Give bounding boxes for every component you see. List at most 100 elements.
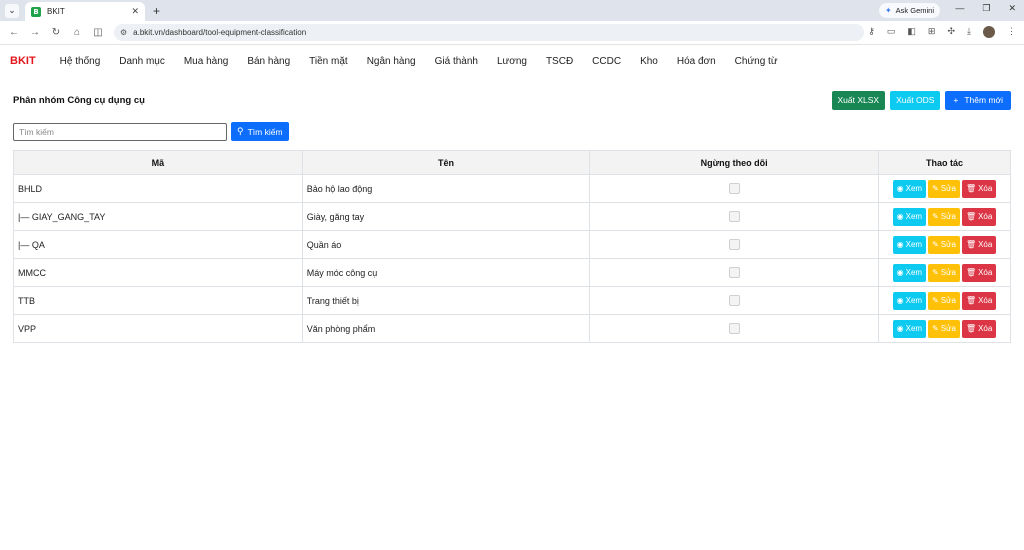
back-icon[interactable]: ← bbox=[4, 27, 24, 38]
cell-name: Trang thiết bị bbox=[301, 286, 591, 315]
nav-ban-hang[interactable]: Bán hàng bbox=[247, 56, 290, 67]
view-label: Xem bbox=[905, 296, 923, 305]
cell-inactive bbox=[589, 258, 879, 287]
col-header-code[interactable]: Mã bbox=[13, 150, 303, 175]
tab-search-chevron-icon[interactable]: ⌄ bbox=[5, 3, 19, 18]
browser-toolbar: ← → ↻ ⌂ ◫ ⚙ a.bkit.vn/dashboard/tool-equ… bbox=[0, 21, 1024, 45]
inactive-checkbox[interactable] bbox=[728, 323, 740, 335]
delete-button[interactable]: 🗑 Xóa bbox=[961, 319, 997, 338]
browser-tab[interactable]: B BKIT ✕ bbox=[25, 2, 145, 21]
search-button[interactable]: ⚲ Tìm kiếm bbox=[231, 122, 289, 141]
pencil-icon: ✎ bbox=[932, 296, 939, 305]
reading-mode-icon[interactable]: ◧ bbox=[907, 26, 916, 38]
cell-actions: ◉ Xem ✎ Sửa 🗑 Xóa bbox=[878, 314, 1011, 343]
brand-logo[interactable]: BKIT bbox=[10, 55, 36, 67]
view-button[interactable]: ◉ Xem bbox=[892, 291, 927, 310]
ask-gemini-button[interactable]: ✦ Ask Gemini bbox=[878, 3, 940, 18]
view-button[interactable]: ◉ Xem bbox=[892, 235, 927, 254]
col-header-inactive[interactable]: Ngừng theo dõi bbox=[589, 150, 879, 175]
title-row: Phân nhóm Công cụ dụng cụ Xuất XLSX Xuất… bbox=[13, 89, 1011, 111]
cell-name: Giày, găng tay bbox=[301, 202, 591, 231]
view-button[interactable]: ◉ Xem bbox=[892, 319, 927, 338]
inactive-checkbox[interactable] bbox=[728, 239, 740, 251]
split-view-icon[interactable]: ◫ bbox=[88, 27, 108, 38]
inactive-checkbox[interactable] bbox=[728, 183, 740, 195]
nav-kho[interactable]: Kho bbox=[640, 56, 658, 67]
nav-ccdc[interactable]: CCDC bbox=[592, 56, 621, 67]
nav-gia-thanh[interactable]: Giá thành bbox=[435, 56, 478, 67]
delete-button[interactable]: 🗑 Xóa bbox=[961, 179, 997, 198]
minimize-icon[interactable]: — bbox=[955, 3, 964, 14]
cell-inactive bbox=[589, 202, 879, 231]
delete-button[interactable]: 🗑 Xóa bbox=[961, 207, 997, 226]
nav-luong[interactable]: Lương bbox=[497, 56, 527, 67]
restore-icon[interactable]: ❐ bbox=[982, 3, 990, 14]
gemini-sparkle-icon: ✦ bbox=[884, 6, 892, 15]
edit-button[interactable]: ✎ Sửa bbox=[928, 207, 960, 226]
delete-button[interactable]: 🗑 Xóa bbox=[961, 263, 997, 282]
page-actions: Xuất XLSX Xuất ODS + Thêm mới bbox=[831, 90, 1011, 110]
cell-name: Văn phòng phẩm bbox=[301, 314, 591, 343]
puzzle-icon[interactable]: ✣ bbox=[947, 26, 955, 38]
extension-icon[interactable]: ⊞ bbox=[928, 26, 936, 38]
delete-button[interactable]: 🗑 Xóa bbox=[961, 235, 997, 254]
delete-button[interactable]: 🗑 Xóa bbox=[961, 291, 997, 310]
nav-tien-mat[interactable]: Tiền mặt bbox=[309, 56, 348, 67]
forward-icon[interactable]: → bbox=[25, 27, 45, 38]
trash-icon: 🗑 bbox=[965, 212, 977, 221]
more-menu-icon[interactable]: ⋮ bbox=[1007, 26, 1016, 38]
nav-chung-tu[interactable]: Chứng từ bbox=[735, 56, 778, 67]
nav-he-thong[interactable]: Hệ thống bbox=[60, 56, 101, 67]
pencil-icon: ✎ bbox=[932, 268, 939, 277]
nav-ngan-hang[interactable]: Ngân hàng bbox=[367, 56, 416, 67]
cell-inactive bbox=[589, 230, 879, 259]
inactive-checkbox[interactable] bbox=[728, 211, 740, 223]
pencil-icon: ✎ bbox=[932, 240, 939, 249]
eye-icon: ◉ bbox=[896, 296, 904, 305]
cell-code: BHLD bbox=[13, 174, 303, 203]
key-icon[interactable]: ⚷ bbox=[868, 26, 875, 38]
inactive-checkbox[interactable] bbox=[728, 295, 740, 307]
home-icon[interactable]: ⌂ bbox=[67, 27, 87, 38]
nav-mua-hang[interactable]: Mua hàng bbox=[184, 56, 228, 67]
new-tab-icon[interactable]: + bbox=[153, 4, 160, 18]
nav-tscd[interactable]: TSCĐ bbox=[546, 56, 573, 67]
edit-label: Sửa bbox=[940, 268, 956, 277]
window-close-icon[interactable]: ✕ bbox=[1008, 3, 1016, 14]
view-button[interactable]: ◉ Xem bbox=[892, 207, 927, 226]
download-icon[interactable]: ⤓ bbox=[967, 26, 971, 38]
delete-label: Xóa bbox=[978, 184, 993, 193]
export-xlsx-button[interactable]: Xuất XLSX bbox=[831, 90, 886, 110]
cell-actions: ◉ Xem ✎ Sửa 🗑 Xóa bbox=[878, 258, 1011, 287]
export-ods-button[interactable]: Xuất ODS bbox=[890, 90, 941, 110]
cell-actions: ◉ Xem ✎ Sửa 🗑 Xóa bbox=[878, 174, 1011, 203]
search-input[interactable] bbox=[13, 122, 227, 141]
profile-avatar[interactable] bbox=[983, 26, 995, 38]
close-tab-icon[interactable]: ✕ bbox=[131, 6, 139, 17]
payment-card-icon[interactable]: ▭ bbox=[887, 26, 896, 38]
reload-icon[interactable]: ↻ bbox=[46, 27, 66, 38]
add-new-button[interactable]: + Thêm mới bbox=[945, 90, 1011, 110]
app-navbar: BKIT Hệ thống Danh mục Mua hàng Bán hàng… bbox=[0, 46, 1024, 76]
edit-button[interactable]: ✎ Sửa bbox=[928, 179, 960, 198]
nav-hoa-don[interactable]: Hóa đơn bbox=[677, 56, 716, 67]
cell-inactive bbox=[589, 286, 879, 315]
edit-button[interactable]: ✎ Sửa bbox=[928, 319, 960, 338]
inactive-checkbox[interactable] bbox=[728, 267, 740, 279]
cell-name: Bảo hộ lao động bbox=[301, 174, 591, 203]
nav-danh-muc[interactable]: Danh mục bbox=[119, 56, 165, 67]
table-row: MMCC Máy móc công cụ ◉ Xem ✎ Sửa 🗑 Xóa bbox=[13, 258, 1011, 287]
col-header-name[interactable]: Tên bbox=[301, 150, 591, 175]
browser-extensions: ⚷ ▭ ◧ ⊞ ✣ ⤓ ⋮ bbox=[868, 26, 1016, 38]
edit-button[interactable]: ✎ Sửa bbox=[928, 263, 960, 282]
site-info-icon[interactable]: ⚙ bbox=[120, 28, 127, 37]
edit-button[interactable]: ✎ Sửa bbox=[928, 291, 960, 310]
cell-inactive bbox=[589, 314, 879, 343]
trash-icon: 🗑 bbox=[965, 324, 977, 333]
view-button[interactable]: ◉ Xem bbox=[892, 179, 927, 198]
tab-title: BKIT bbox=[47, 7, 65, 16]
edit-button[interactable]: ✎ Sửa bbox=[928, 235, 960, 254]
favicon: B bbox=[31, 6, 41, 17]
address-bar[interactable]: ⚙ a.bkit.vn/dashboard/tool-equipment-cla… bbox=[114, 24, 864, 41]
view-button[interactable]: ◉ Xem bbox=[892, 263, 927, 282]
